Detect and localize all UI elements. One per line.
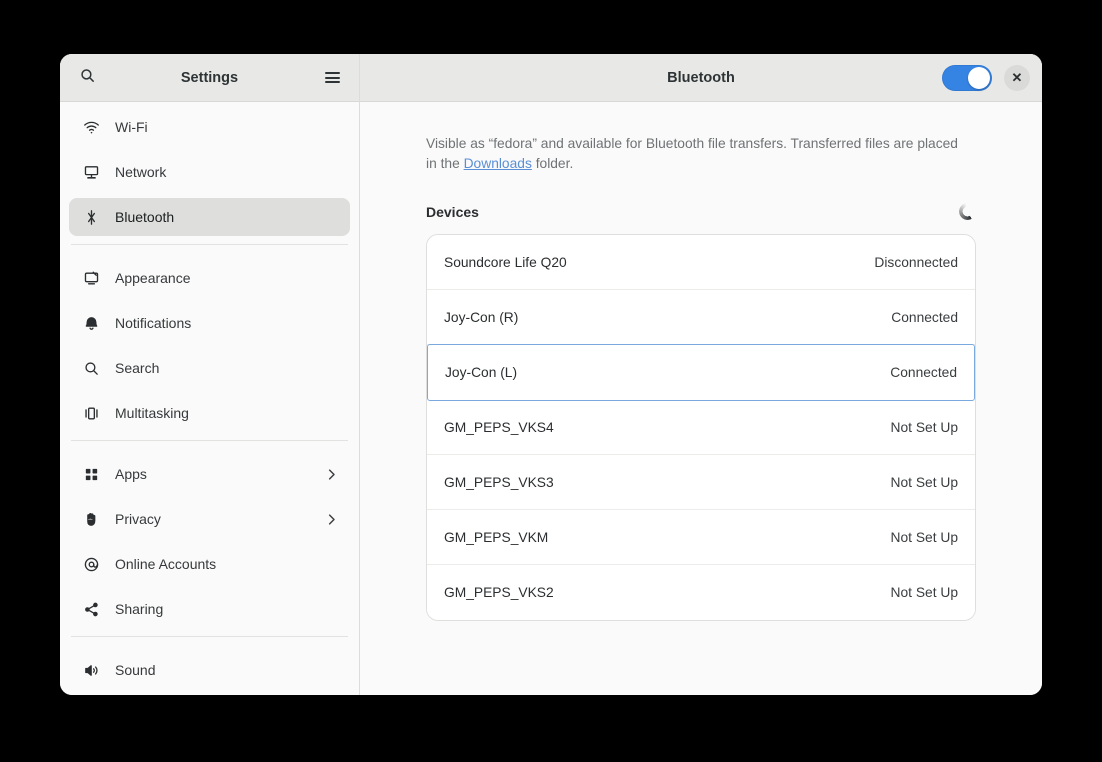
- device-row[interactable]: GM_PEPS_VKS3 Not Set Up: [427, 455, 975, 511]
- sidebar-item-label: Apps: [115, 466, 147, 482]
- sidebar-item-sharing[interactable]: Sharing: [69, 590, 350, 628]
- device-name: GM_PEPS_VKS2: [444, 585, 554, 601]
- device-status: Not Set Up: [890, 585, 958, 601]
- sidebar-item-label: Privacy: [115, 511, 161, 527]
- main-header: Bluetooth ✕: [360, 54, 1042, 102]
- search-icon: [80, 359, 102, 377]
- sidebar-divider: [71, 244, 348, 245]
- devices-section-header: Devices: [426, 203, 976, 221]
- device-name: GM_PEPS_VKS3: [444, 474, 554, 490]
- device-name: Soundcore Life Q20: [444, 254, 567, 270]
- sidebar-item-appearance[interactable]: Appearance: [69, 259, 350, 297]
- multitasking-icon: [80, 404, 102, 422]
- sidebar-header: Settings: [60, 54, 359, 102]
- sidebar-title: Settings: [180, 69, 239, 86]
- sidebar-item-label: Notifications: [115, 315, 192, 331]
- sidebar: Settings Wi-Fi Network Bluetooth Appearance…: [60, 54, 360, 695]
- device-row[interactable]: GM_PEPS_VKS2 Not Set Up: [427, 565, 975, 621]
- device-status: Connected: [891, 309, 958, 325]
- sidebar-item-label: Appearance: [115, 270, 191, 286]
- settings-window: Settings Wi-Fi Network Bluetooth Appearance…: [60, 54, 1042, 695]
- network-icon: [80, 163, 102, 181]
- device-status: Not Set Up: [890, 474, 958, 490]
- header-actions: ✕: [942, 64, 1030, 91]
- sidebar-item-search[interactable]: Search: [69, 349, 350, 387]
- device-status: Disconnected: [874, 254, 958, 270]
- at-sign-icon: [80, 555, 102, 573]
- sidebar-item-label: Search: [115, 360, 160, 376]
- sidebar-item-label: Sharing: [115, 601, 164, 617]
- sidebar-nav-list: Wi-Fi Network Bluetooth Appearance Notificat…: [60, 102, 359, 695]
- sidebar-item-label: Multitasking: [115, 405, 189, 421]
- device-row[interactable]: GM_PEPS_VKM Not Set Up: [427, 510, 975, 566]
- sidebar-divider: [71, 636, 348, 637]
- sidebar-item-label: Sound: [115, 662, 156, 678]
- speaker-icon: [80, 661, 102, 679]
- search-button[interactable]: [72, 63, 102, 93]
- sidebar-item-bluetooth[interactable]: Bluetooth: [69, 198, 350, 236]
- device-name: Joy-Con (R): [444, 309, 519, 325]
- appearance-icon: [80, 269, 102, 287]
- sidebar-item-label: Online Accounts: [115, 556, 217, 572]
- device-status: Connected: [890, 365, 957, 381]
- sidebar-item-network[interactable]: Network: [69, 153, 350, 191]
- search-icon: [79, 67, 96, 89]
- hamburger-menu-icon: [324, 70, 340, 86]
- sidebar-item-sound[interactable]: Sound: [69, 651, 350, 689]
- device-row[interactable]: Soundcore Life Q20 Disconnected: [427, 235, 975, 291]
- bluetooth-power-toggle[interactable]: [942, 64, 992, 91]
- sidebar-item-privacy[interactable]: Privacy: [69, 500, 350, 538]
- downloads-folder-link[interactable]: Downloads: [464, 156, 532, 171]
- chevron-right-icon: [324, 512, 339, 527]
- chevron-right-icon: [324, 467, 339, 482]
- wifi-icon: [80, 118, 102, 136]
- scanning-spinner: [959, 203, 976, 221]
- close-button[interactable]: ✕: [1004, 64, 1030, 91]
- sidebar-item-online-accounts[interactable]: Online Accounts: [69, 545, 350, 583]
- main-content: Visible as “fedora” and available for Bl…: [360, 102, 1042, 695]
- sidebar-divider: [71, 440, 348, 441]
- share-icon: [80, 600, 102, 618]
- device-row[interactable]: GM_PEPS_VKS4 Not Set Up: [427, 400, 975, 456]
- devices-heading: Devices: [426, 203, 479, 220]
- device-row[interactable]: Joy-Con (R) Connected: [427, 290, 975, 346]
- bluetooth-description: Visible as “fedora” and available for Bl…: [426, 134, 961, 173]
- device-name: Joy-Con (L): [445, 365, 518, 381]
- bluetooth-icon: [80, 208, 102, 226]
- toggle-knob: [968, 66, 990, 89]
- sidebar-item-label: Network: [115, 164, 167, 180]
- main-panel: Bluetooth ✕ Visible as “fedora” and avai…: [360, 54, 1042, 695]
- sidebar-item-label: Wi-Fi: [115, 119, 148, 135]
- close-icon: ✕: [1011, 70, 1023, 85]
- sidebar-item-wi-fi[interactable]: Wi-Fi: [69, 108, 350, 146]
- main-menu-button[interactable]: [317, 63, 347, 93]
- device-status: Not Set Up: [890, 419, 958, 435]
- apps-grid-icon: [80, 465, 102, 483]
- device-name: GM_PEPS_VKS4: [444, 419, 554, 435]
- sidebar-item-notifications[interactable]: Notifications: [69, 304, 350, 342]
- device-row[interactable]: Joy-Con (L) Connected: [427, 344, 975, 402]
- sidebar-item-apps[interactable]: Apps: [69, 455, 350, 493]
- description-text-after: folder.: [531, 155, 574, 171]
- device-name: GM_PEPS_VKM: [444, 529, 549, 545]
- hand-icon: [80, 510, 102, 528]
- bell-icon: [80, 314, 102, 332]
- sidebar-item-multitasking[interactable]: Multitasking: [69, 394, 350, 432]
- page-title: Bluetooth: [667, 69, 735, 86]
- sidebar-item-label: Bluetooth: [115, 209, 175, 225]
- device-list: Soundcore Life Q20 Disconnected Joy-Con (R…: [426, 234, 976, 622]
- device-status: Not Set Up: [890, 529, 958, 545]
